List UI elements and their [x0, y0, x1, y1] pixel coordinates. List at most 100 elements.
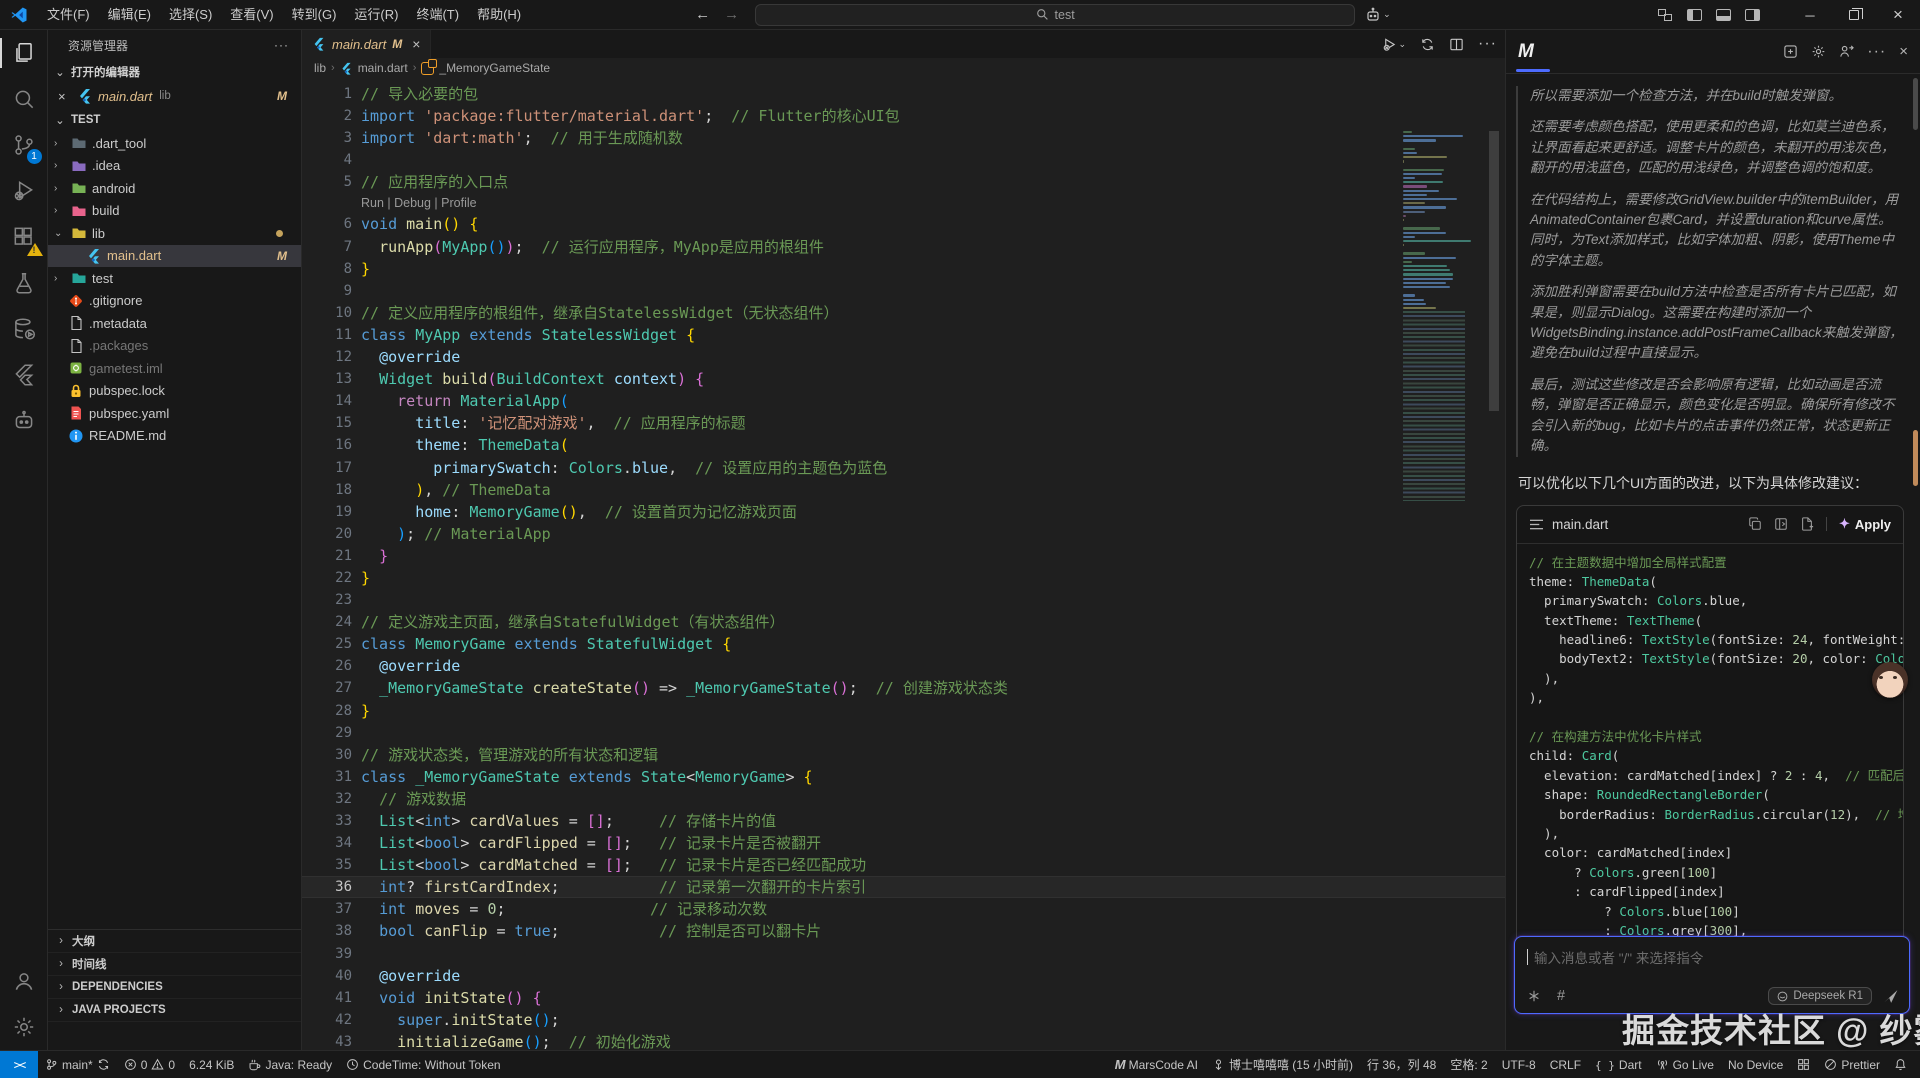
status-main-[interactable]: main*	[38, 1058, 117, 1072]
status-no-device[interactable]: No Device	[1721, 1058, 1790, 1072]
tree-item-build[interactable]: ›build	[48, 200, 301, 223]
code-line-2[interactable]: 2import 'package:flutter/material.dart';…	[302, 105, 1505, 127]
menu-item[interactable]: 选择(S)	[160, 0, 221, 30]
tree-item--gitignore[interactable]: .gitignore	[48, 290, 301, 313]
tree-item--packages[interactable]: .packages	[48, 335, 301, 358]
status-行-36-列-48[interactable]: 行 36，列 48	[1360, 1056, 1443, 1073]
code-line-14[interactable]: 14 return MaterialApp(	[302, 390, 1505, 412]
tab-main-dart[interactable]: main.dart M ×	[302, 30, 431, 58]
new-chat-icon[interactable]	[1783, 44, 1798, 59]
command-search-input[interactable]: test	[755, 4, 1355, 26]
section-时间线[interactable]: ›时间线	[48, 953, 301, 976]
new-file-icon[interactable]	[1800, 517, 1814, 531]
toggle-secondary-sidebar-button[interactable]	[1745, 9, 1760, 21]
open-editor-item[interactable]: × main.dart lib M	[48, 84, 301, 108]
more-actions-icon[interactable]: ···	[1867, 43, 1886, 61]
status-prettier[interactable]: Prettier	[1817, 1058, 1887, 1072]
code-line-19[interactable]: 19 home: MemoryGame(), // 设置首页为记忆游戏页面	[302, 501, 1505, 523]
code-line-31[interactable]: 31class _MemoryGameState extends State<M…	[302, 766, 1505, 788]
code-line-35[interactable]: 35 List<bool> cardMatched = []; // 记录卡片是…	[302, 854, 1505, 876]
code-line-9[interactable]: 9	[302, 280, 1505, 302]
codelens-run-debug-profile[interactable]: Run | Debug | Profile	[302, 193, 1505, 213]
status-java-ready[interactable]: Java: Ready	[241, 1058, 339, 1072]
code-line-30[interactable]: 30// 游戏状态类，管理游戏的所有状态和逻辑	[302, 744, 1505, 766]
breadcrumb-item[interactable]: _MemoryGameState	[439, 61, 550, 75]
run-debug-button[interactable]: ⌄	[1382, 37, 1406, 52]
tree-item-main-dart[interactable]: main.dartM	[48, 245, 301, 268]
code-line-39[interactable]: 39	[302, 943, 1505, 965]
code-line-38[interactable]: 38 bool canFlip = true; // 控制是否可以翻卡片	[302, 920, 1505, 942]
nav-back-button[interactable]: ←	[695, 6, 710, 23]
menu-item[interactable]: 转到(G)	[283, 0, 346, 30]
status-marscode-ai[interactable]: MMarsCode AI	[1108, 1057, 1205, 1072]
code-line-8[interactable]: 8}	[302, 258, 1505, 280]
code-line-37[interactable]: 37 int moves = 0; // 记录移动次数	[302, 898, 1505, 920]
ai-robot-icon[interactable]	[0, 398, 48, 444]
code-line-6[interactable]: 6void main() {	[302, 213, 1505, 235]
status-crlf[interactable]: CRLF	[1543, 1058, 1588, 1072]
status-grid[interactable]	[1790, 1058, 1817, 1071]
tree-item-gametest-iml[interactable]: gametest.iml	[48, 357, 301, 380]
code-line-41[interactable]: 41 void initState() {	[302, 987, 1505, 1009]
flutter-icon[interactable]	[0, 352, 48, 398]
menu-item[interactable]: 查看(V)	[221, 0, 282, 30]
search-icon[interactable]	[0, 76, 48, 122]
code-line-24[interactable]: 24// 定义游戏主页面，继承自StatefulWidget（有状态组件）	[302, 611, 1505, 633]
code-line-21[interactable]: 21 }	[302, 545, 1505, 567]
explorer-more-actions-button[interactable]: ···	[274, 38, 289, 52]
run-debug-icon[interactable]	[0, 168, 48, 214]
code-editor[interactable]: 1// 导入必要的包2import 'package:flutter/mater…	[302, 78, 1505, 1050]
extensions-icon[interactable]	[0, 214, 48, 260]
code-line-23[interactable]: 23	[302, 589, 1505, 611]
panel-scrollbar-thumb[interactable]	[1913, 78, 1918, 130]
status-codetime-without-token[interactable]: CodeTime: Without Token	[339, 1058, 507, 1072]
tree-item-lib[interactable]: ⌄lib	[48, 222, 301, 245]
status-utf-8[interactable]: UTF-8	[1495, 1058, 1543, 1072]
breadcrumb-item[interactable]: lib	[314, 61, 326, 75]
code-line-3[interactable]: 3import 'dart:math'; // 用于生成随机数	[302, 127, 1505, 149]
settings-gear-icon[interactable]	[0, 1004, 48, 1050]
code-line-18[interactable]: 18 ), // ThemeData	[302, 479, 1505, 501]
copilot-menu-button[interactable]: ⌄	[1365, 7, 1391, 23]
code-line-11[interactable]: 11class MyApp extends StatelessWidget {	[302, 324, 1505, 346]
code-line-10[interactable]: 10// 定义应用程序的根组件，继承自StatelessWidget（无状态组件…	[302, 302, 1505, 324]
remote-indicator[interactable]: ><	[0, 1051, 38, 1078]
tree-item--dart-tool[interactable]: ›.dart_tool	[48, 132, 301, 155]
tree-item--idea[interactable]: ›.idea	[48, 155, 301, 178]
tree-item-README-md[interactable]: README.md	[48, 425, 301, 448]
insert-code-icon[interactable]	[1774, 517, 1788, 531]
code-line-1[interactable]: 1// 导入必要的包	[302, 83, 1505, 105]
project-section-header[interactable]: ⌄ TEST	[48, 108, 301, 132]
database-icon[interactable]	[0, 306, 48, 352]
status-go-live[interactable]: Go Live	[1649, 1058, 1721, 1072]
menu-item[interactable]: 终端(T)	[407, 0, 468, 30]
status-6-24-kib[interactable]: 6.24 KiB	[182, 1058, 241, 1072]
status-dart[interactable]: { }Dart	[1588, 1058, 1649, 1072]
code-line-12[interactable]: 12 @override	[302, 346, 1505, 368]
account-icon[interactable]	[0, 958, 48, 1004]
close-panel-icon[interactable]: ×	[1899, 43, 1908, 60]
code-line-33[interactable]: 33 List<int> cardValues = []; // 存储卡片的值	[302, 810, 1505, 832]
code-line-5[interactable]: 5// 应用程序的入口点	[302, 171, 1505, 193]
tree-item--metadata[interactable]: .metadata	[48, 312, 301, 335]
open-editors-section-header[interactable]: ⌄ 打开的编辑器	[48, 60, 301, 84]
code-line-17[interactable]: 17 primarySwatch: Colors.blue, // 设置应用的主…	[302, 457, 1505, 479]
testing-icon[interactable]	[0, 260, 48, 306]
status-bell[interactable]	[1887, 1058, 1914, 1071]
toggle-sidebar-button[interactable]	[1687, 9, 1702, 21]
nav-forward-button[interactable]: →	[724, 6, 739, 23]
send-icon[interactable]	[1882, 988, 1899, 1005]
code-line-28[interactable]: 28}	[302, 700, 1505, 722]
menu-item[interactable]: 运行(R)	[345, 0, 407, 30]
menu-item[interactable]: 文件(F)	[38, 0, 99, 30]
gear-icon[interactable]	[1811, 44, 1826, 59]
code-line-27[interactable]: 27 _MemoryGameState createState() => _Me…	[302, 677, 1505, 699]
code-line-20[interactable]: 20 ); // MaterialApp	[302, 523, 1505, 545]
section-大纲[interactable]: ›大纲	[48, 930, 301, 953]
section-java-projects[interactable]: ›JAVA PROJECTS	[48, 999, 301, 1022]
code-line-15[interactable]: 15 title: '记忆配对游戏', // 应用程序的标题	[302, 412, 1505, 434]
breadcrumb[interactable]: lib›main.dart›_MemoryGameState	[302, 58, 1505, 78]
code-line-34[interactable]: 34 List<bool> cardFlipped = []; // 记录卡片是…	[302, 832, 1505, 854]
breadcrumb-item[interactable]: main.dart	[358, 61, 408, 75]
tree-item-pubspec-yaml[interactable]: pubspec.yaml	[48, 402, 301, 425]
